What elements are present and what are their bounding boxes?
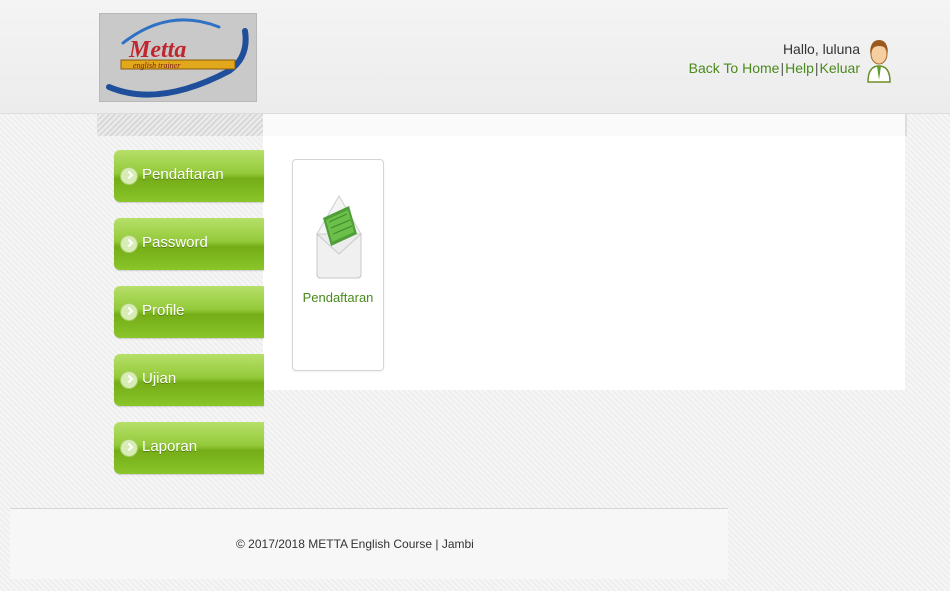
texture-strip	[97, 114, 263, 136]
content-top-edge	[263, 114, 905, 136]
chevron-right-icon	[120, 235, 138, 253]
chevron-right-icon	[120, 167, 138, 185]
user-area: Hallo, luluna Back To Home|Help|Keluar	[689, 40, 860, 78]
footer-text: © 2017/2018 METTA English Course | Jambi	[236, 537, 474, 551]
envelope-icon	[316, 195, 362, 279]
sidebar-item-label: Profile	[142, 302, 185, 319]
chevron-right-icon	[120, 303, 138, 321]
pendaftaran-card[interactable]: Pendaftaran	[292, 159, 384, 371]
sidebar-item-profile[interactable]: Profile	[114, 286, 264, 338]
logout-link[interactable]: Keluar	[820, 60, 860, 76]
card-label: Pendaftaran	[302, 290, 374, 305]
sidebar-item-label: Ujian	[142, 370, 177, 387]
link-separator: |	[814, 60, 819, 76]
right-rule	[905, 114, 907, 136]
sidebar-item-password[interactable]: Password	[114, 218, 264, 270]
sidebar-item-laporan[interactable]: Laporan	[114, 422, 264, 474]
logo[interactable]: Metta english trainer	[99, 13, 257, 102]
sidebar-item-pendaftaran[interactable]: Pendaftaran	[114, 150, 264, 202]
link-separator: |	[780, 60, 785, 76]
help-link[interactable]: Help	[785, 60, 814, 76]
logo-text: Metta	[128, 37, 186, 63]
chevron-right-icon	[120, 439, 138, 457]
user-avatar-icon	[867, 40, 891, 83]
greeting-text: Hallo, luluna	[782, 41, 860, 57]
back-to-home-link[interactable]: Back To Home	[689, 60, 780, 76]
chevron-right-icon	[120, 371, 138, 389]
sidebar-item-label: Pendaftaran	[142, 166, 224, 183]
sidebar-item-ujian[interactable]: Ujian	[114, 354, 264, 406]
sidebar-item-label: Laporan	[142, 438, 198, 455]
sidebar-item-label: Password	[142, 234, 208, 251]
logo-tagline: english trainer	[133, 61, 181, 70]
header-links: Back To Home|Help|Keluar	[689, 59, 860, 78]
metta-logo-image: Metta english trainer	[106, 18, 249, 98]
sidebar-menu: Pendaftaran Password Profile Ujian Lapor…	[114, 150, 264, 490]
